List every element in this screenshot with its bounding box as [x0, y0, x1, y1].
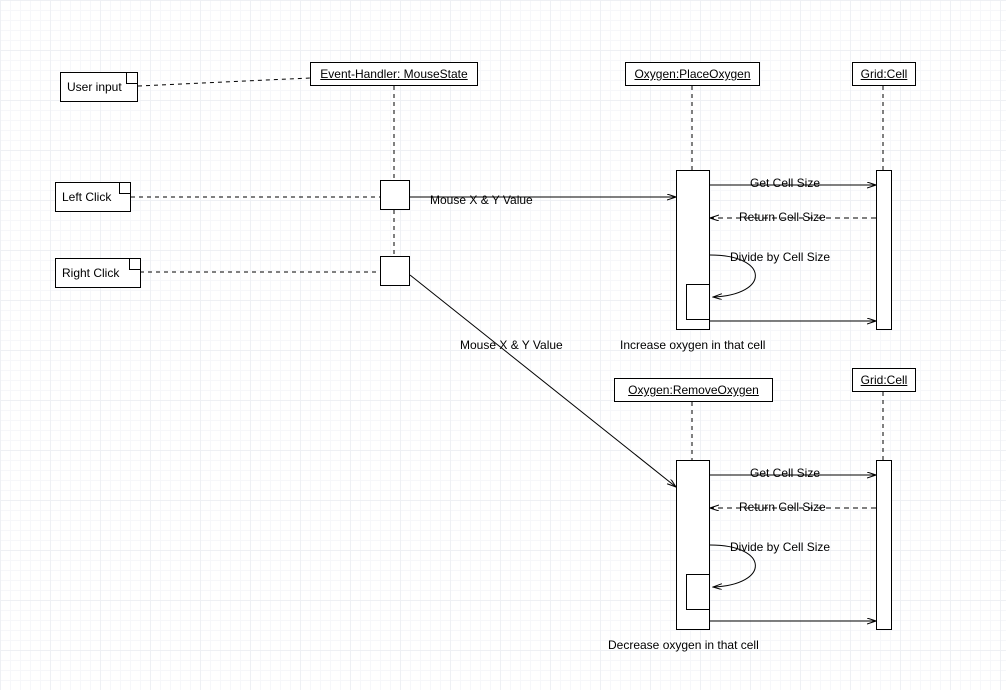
participant-label: Grid:Cell	[861, 67, 908, 81]
participant-grid-cell-top: Grid:Cell	[852, 62, 916, 86]
msg-get-cell-size-1: Get Cell Size	[750, 176, 820, 190]
msg-increase: Increase oxygen in that cell	[620, 338, 765, 352]
msg-mouse-xy-2: Mouse X & Y Value	[460, 338, 563, 352]
activation-grid-cell-top	[876, 170, 892, 330]
participant-label: Oxygen:PlaceOxygen	[634, 67, 750, 81]
msg-divide-1: Divide by Cell Size	[730, 250, 830, 264]
activation-right-click	[380, 256, 410, 286]
note-left-click: Left Click	[55, 182, 131, 212]
msg-divide-2: Divide by Cell Size	[730, 540, 830, 554]
participant-place-oxygen: Oxygen:PlaceOxygen	[625, 62, 760, 86]
note-fold-icon	[119, 183, 130, 194]
msg-get-cell-size-2: Get Cell Size	[750, 466, 820, 480]
participant-grid-cell-bottom: Grid:Cell	[852, 368, 916, 392]
activation-grid-cell-bottom	[876, 460, 892, 630]
participant-label: Event-Handler: MouseState	[320, 67, 467, 81]
note-right-click: Right Click	[55, 258, 141, 288]
note-text: Left Click	[62, 190, 111, 204]
msg-mouse-xy-1: Mouse X & Y Value	[430, 193, 533, 207]
participant-label: Grid:Cell	[861, 373, 908, 387]
note-fold-icon	[126, 73, 137, 84]
note-text: Right Click	[62, 266, 119, 280]
msg-decrease: Decrease oxygen in that cell	[608, 638, 759, 652]
msg-return-cell-size-2: Return Cell Size	[739, 500, 826, 514]
participant-remove-oxygen: Oxygen:RemoveOxygen	[614, 378, 773, 402]
activation-left-click	[380, 180, 410, 210]
participant-label: Oxygen:RemoveOxygen	[628, 383, 759, 397]
activation-remove-oxygen-inner	[686, 574, 710, 610]
note-user-input: User input	[60, 72, 138, 102]
participant-event-handler: Event-Handler: MouseState	[310, 62, 478, 86]
msg-return-cell-size-1: Return Cell Size	[739, 210, 826, 224]
note-fold-icon	[129, 259, 140, 270]
activation-place-oxygen-inner	[686, 284, 710, 320]
diagram-canvas: User input Left Click Right Click Event-…	[0, 0, 1006, 690]
note-text: User input	[67, 80, 122, 94]
